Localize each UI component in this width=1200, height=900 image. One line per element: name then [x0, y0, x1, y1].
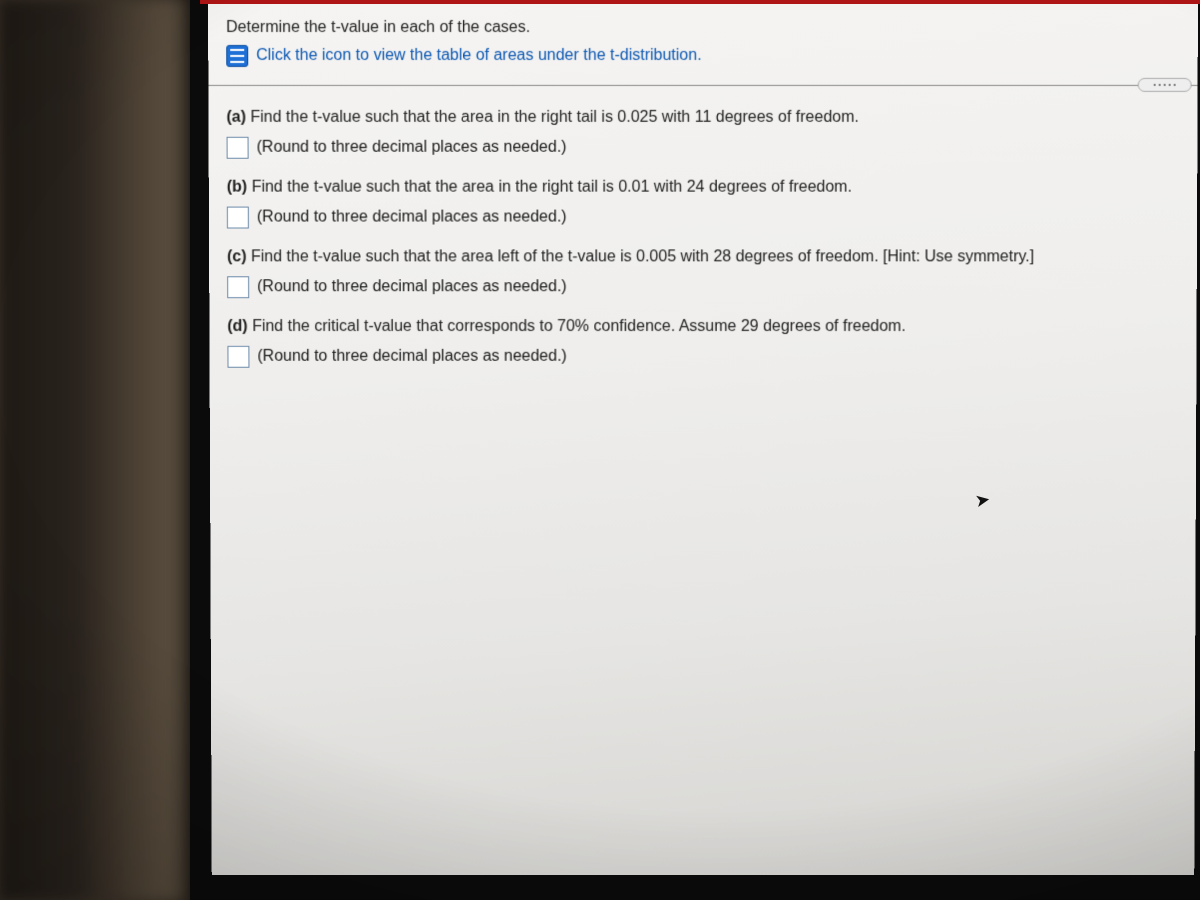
question-c-label: (c) [227, 248, 247, 265]
section-divider [208, 78, 1197, 92]
question-d-text: Find the critical t-value that correspon… [252, 318, 906, 335]
question-d: (d) Find the critical t-value that corre… [227, 315, 1178, 339]
answer-input-c[interactable] [227, 276, 249, 298]
question-b: (b) Find the t-value such that the area … [227, 176, 1180, 200]
background-room [0, 0, 190, 900]
instruction-text: Determine the t-value in each of the cas… [226, 16, 1180, 40]
divider-line [208, 85, 1197, 86]
cursor-icon: ➤ [973, 489, 992, 512]
table-icon[interactable] [226, 45, 248, 67]
round-note-a: (Round to three decimal places as needed… [257, 136, 567, 160]
question-a-text: Find the t-value such that the area in t… [250, 109, 858, 126]
question-b-text: Find the t-value such that the area in t… [252, 179, 852, 196]
round-note-d: (Round to three decimal places as needed… [257, 345, 567, 369]
expand-pill[interactable] [1138, 78, 1192, 92]
answer-row-b: (Round to three decimal places as needed… [227, 206, 1179, 230]
answer-row-d: (Round to three decimal places as needed… [227, 345, 1178, 369]
question-d-label: (d) [227, 318, 247, 335]
round-note-c: (Round to three decimal places as needed… [257, 275, 567, 299]
question-b-label: (b) [227, 179, 247, 196]
answer-input-b[interactable] [227, 207, 249, 229]
question-a: (a) Find the t-value such that the area … [226, 106, 1179, 130]
answer-row-a: (Round to three decimal places as needed… [227, 136, 1180, 160]
answer-input-d[interactable] [227, 346, 249, 368]
question-c: (c) Find the t-value such that the area … [227, 245, 1179, 269]
table-link-text[interactable]: Click the icon to view the table of area… [256, 44, 701, 68]
table-link-row[interactable]: Click the icon to view the table of area… [226, 44, 1180, 68]
question-panel: Determine the t-value in each of the cas… [208, 2, 1198, 875]
answer-row-c: (Round to three decimal places as needed… [227, 275, 1179, 299]
answer-input-a[interactable] [227, 137, 249, 159]
window-top-accent [200, 0, 1200, 4]
question-a-label: (a) [226, 109, 246, 126]
question-c-text: Find the t-value such that the area left… [251, 248, 1034, 265]
round-note-b: (Round to three decimal places as needed… [257, 206, 567, 230]
